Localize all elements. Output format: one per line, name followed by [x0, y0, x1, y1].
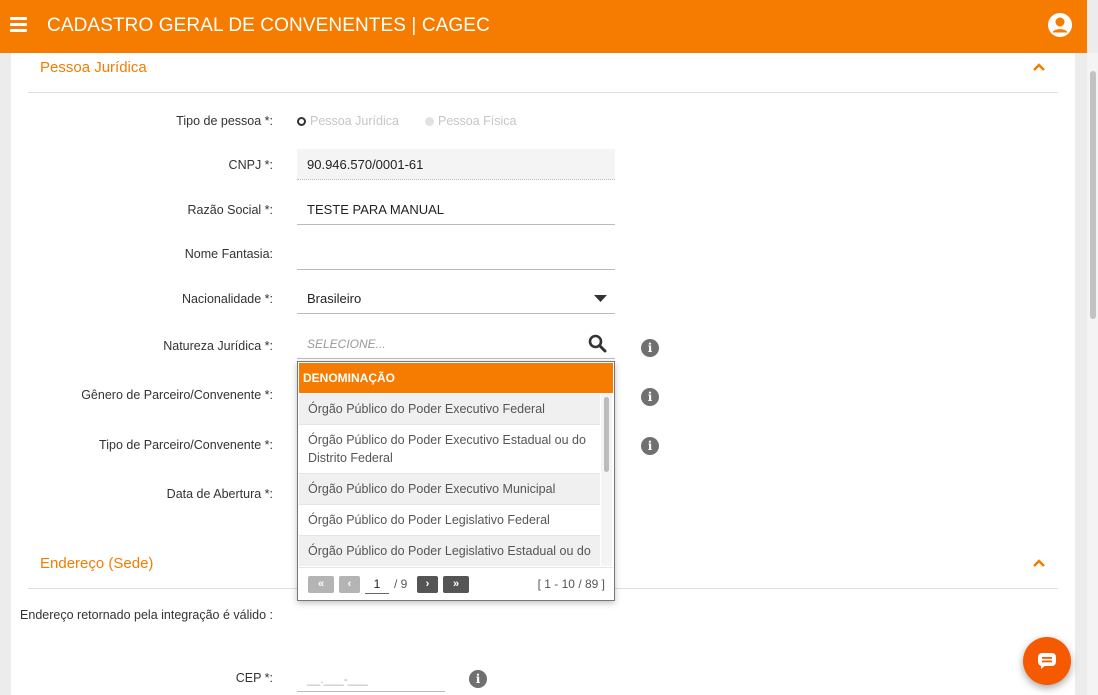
hamburger-icon[interactable]: [10, 17, 27, 32]
nome-fantasia-field[interactable]: [297, 239, 615, 270]
section-header-pessoa-juridica[interactable]: Pessoa Jurídica: [28, 53, 1058, 93]
cep-field[interactable]: __.___-___: [297, 664, 445, 692]
dropdown-option[interactable]: Órgão Público do Poder Executivo Municip…: [299, 474, 600, 505]
dropdown-column-header: DENOMINAÇÃO: [299, 363, 613, 393]
radio-pessoa-juridica[interactable]: Pessoa Jurídica: [297, 114, 399, 128]
next-page-button[interactable]: ›: [417, 576, 438, 593]
info-icon[interactable]: i: [469, 670, 487, 688]
user-circle-icon[interactable]: [1047, 12, 1073, 38]
search-icon[interactable]: [588, 334, 607, 353]
natureza-juridica-dropdown: DENOMINAÇÃO Órgão Público do Poder Execu…: [297, 361, 615, 601]
info-icon[interactable]: i: [641, 339, 659, 357]
natureza-juridica-search[interactable]: SELECIONE...: [297, 328, 615, 359]
section-title: Endereço (Sede): [40, 555, 154, 572]
app-title: CADASTRO GERAL DE CONVENENTES | CAGEC: [47, 15, 490, 36]
radio-unselected-icon: [425, 117, 434, 126]
page-scrollbar[interactable]: [1087, 53, 1098, 695]
info-icon[interactable]: i: [641, 437, 659, 455]
nacionalidade-select[interactable]: Brasileiro: [297, 283, 615, 314]
radio-selected-icon: [297, 117, 306, 126]
top-app-bar: CADASTRO GERAL DE CONVENENTES | CAGEC: [0, 0, 1087, 53]
genero-label: Gênero de Parceiro/Convenente *:: [81, 388, 273, 402]
endereco-integracao-label: Endereço retornado pela integração é vál…: [20, 608, 273, 622]
radio-label: Pessoa Jurídica: [310, 114, 399, 128]
radio-label: Pessoa Física: [438, 114, 517, 128]
radio-pessoa-fisica[interactable]: Pessoa Física: [425, 114, 517, 128]
dropdown-paginator: « ‹ 1 / 9 › » [ 1 - 10 / 89 ]: [299, 567, 613, 601]
nacionalidade-value: Brasileiro: [307, 291, 362, 306]
cep-label: CEP *:: [235, 671, 273, 685]
dropdown-option[interactable]: Órgão Público do Poder Legislativo Feder…: [299, 505, 600, 536]
nacionalidade-label: Nacionalidade *:: [181, 292, 273, 306]
data-abertura-label: Data de Abertura *:: [166, 487, 273, 501]
page-range: [ 1 - 10 / 89 ]: [537, 577, 605, 591]
dropdown-scroll-thumb[interactable]: [604, 397, 609, 472]
dropdown-option[interactable]: Órgão Público do Poder Legislativo Estad…: [299, 536, 600, 566]
page-number-input[interactable]: 1: [365, 576, 389, 594]
dropdown-arrow-icon: [594, 295, 607, 302]
nome-fantasia-label: Nome Fantasia:: [184, 247, 273, 261]
cnpj-label: CNPJ *:: [228, 158, 273, 172]
razao-social-label: Razão Social *:: [187, 203, 273, 217]
tipo-parceiro-label: Tipo de Parceiro/Convenente *:: [99, 438, 273, 452]
prev-page-button[interactable]: ‹: [339, 576, 360, 593]
chevron-up-icon[interactable]: [1032, 62, 1046, 72]
last-page-button[interactable]: »: [443, 576, 469, 593]
dropdown-option[interactable]: Órgão Público do Poder Executivo Federal: [299, 394, 600, 425]
cnpj-field: 90.946.570/0001-61: [297, 149, 615, 180]
first-page-button[interactable]: «: [308, 576, 334, 593]
info-icon[interactable]: i: [641, 388, 659, 406]
natureza-juridica-placeholder: SELECIONE...: [307, 337, 386, 351]
dropdown-list: Órgão Público do Poder Executivo Federal…: [299, 394, 600, 566]
page-scroll-thumb[interactable]: [1090, 71, 1096, 319]
dropdown-option[interactable]: Órgão Público do Poder Executivo Estadua…: [299, 425, 600, 474]
razao-social-field[interactable]: TESTE PARA MANUAL: [297, 194, 615, 225]
section-title: Pessoa Jurídica: [40, 59, 147, 76]
tipo-pessoa-label: Tipo de pessoa *:: [176, 114, 273, 128]
dropdown-scrollbar[interactable]: [601, 394, 612, 566]
chat-icon: [1038, 653, 1056, 669]
form-content: Pessoa Jurídica Tipo de pessoa *: Pessoa…: [11, 53, 1075, 695]
natureza-juridica-label: Natureza Jurídica *:: [163, 339, 273, 353]
chat-button[interactable]: [1023, 637, 1071, 685]
page-total: / 9: [394, 577, 408, 591]
chevron-up-icon[interactable]: [1032, 558, 1046, 568]
